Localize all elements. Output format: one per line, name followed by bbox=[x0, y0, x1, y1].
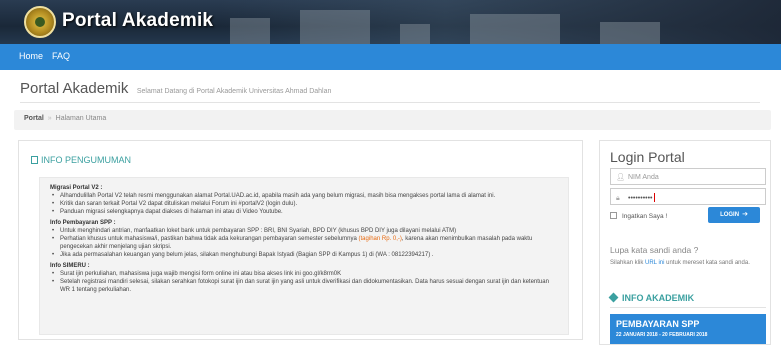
login-title: Login Portal bbox=[610, 149, 685, 165]
reset-url-link[interactable]: URL ini bbox=[645, 260, 664, 266]
page-subtitle: Selamat Datang di Portal Akademik Univer… bbox=[136, 88, 332, 95]
title-divider bbox=[20, 102, 760, 103]
tag-icon bbox=[608, 292, 619, 303]
list-spp: Untuk menghindari antrian, manfaatkan lo… bbox=[52, 227, 558, 259]
spp-card-title: PEMBAYARAN SPP bbox=[616, 319, 700, 329]
page-title-row: Portal Akademik Selamat Datang di Portal… bbox=[20, 80, 331, 98]
section-title-simeru: Info SIMERU : bbox=[50, 263, 90, 269]
remember-label: Ingatkan Saya ! bbox=[622, 213, 668, 220]
flag-icon bbox=[31, 156, 38, 164]
arrow-circle-icon: ➔ bbox=[742, 211, 748, 218]
password-value: •••••••••• bbox=[628, 195, 653, 202]
breadcrumb-root[interactable]: Portal bbox=[24, 115, 44, 122]
user-icon: 👤︎ bbox=[616, 174, 625, 181]
announcement-heading: INFO PENGUMUMAN bbox=[31, 155, 131, 165]
breadcrumb: Portal » Halaman Utama bbox=[14, 110, 771, 130]
list-item: Untuk menghindari antrian, manfaatkan lo… bbox=[52, 227, 558, 235]
spp-card[interactable]: PEMBAYARAN SPP 22 JANUARI 2018 - 20 FEBR… bbox=[610, 314, 766, 344]
announcement-heading-text: INFO PENGUMUMAN bbox=[41, 155, 131, 165]
forgot-password-title: Lupa kata sandi anda ? bbox=[610, 245, 699, 255]
forgot-desc-post: untuk mereset kata sandi anda. bbox=[664, 260, 750, 266]
info-akademik-text: INFO AKADEMIK bbox=[622, 293, 695, 303]
nav-item-home[interactable]: Home bbox=[19, 51, 43, 61]
list-item: Jika ada permasalahan keuangan yang belu… bbox=[52, 251, 558, 259]
remember-checkbox[interactable] bbox=[610, 212, 617, 219]
university-logo-icon[interactable] bbox=[24, 6, 56, 38]
list-item[interactable]: Panduan migrasi selengkapnya dapat diaks… bbox=[52, 208, 558, 216]
text-caret bbox=[653, 193, 655, 202]
info-akademik-divider bbox=[610, 307, 766, 308]
login-button[interactable]: LOGIN ➔ bbox=[708, 207, 760, 223]
building-shape bbox=[230, 18, 270, 44]
header-banner: Portal Akademik bbox=[0, 0, 781, 44]
building-shape bbox=[400, 24, 430, 44]
brand-title[interactable]: Portal Akademik bbox=[62, 10, 213, 32]
building-shape bbox=[300, 10, 370, 44]
login-panel: Login Portal 👤︎ NIM Anda 🔒︎ •••••••••• Ing… bbox=[599, 140, 771, 345]
forgot-desc-pre: Silahkan klik bbox=[610, 260, 646, 266]
login-button-label: LOGIN bbox=[720, 212, 740, 218]
forgot-password-desc: Silahkan klik URL ini untuk mereset kata… bbox=[610, 260, 766, 267]
nim-input[interactable]: 👤︎ NIM Anda bbox=[610, 168, 766, 185]
spp-warning-text: Perhatian khusus untuk mahasiswa/i, past… bbox=[60, 236, 357, 242]
list-item: Setelah registrasi mandiri selesai, sila… bbox=[52, 278, 558, 294]
spp-highlight: (tagihan Rp. 0,-) bbox=[358, 236, 402, 242]
section-title-migrasi: Migrasi Portal V2 : bbox=[50, 185, 103, 191]
building-shape bbox=[600, 22, 660, 44]
spp-card-date: 22 JANUARI 2018 - 20 FEBRUARI 2018 bbox=[616, 332, 708, 338]
nav-item-faq[interactable]: FAQ bbox=[52, 51, 70, 61]
breadcrumb-current: Halaman Utama bbox=[55, 115, 107, 122]
info-akademik-heading: INFO AKADEMIK bbox=[608, 292, 695, 303]
breadcrumb-separator: » bbox=[47, 115, 52, 122]
list-item[interactable]: Kritik dan saran terkait Portal V2 dapat… bbox=[52, 200, 558, 208]
list-item: Perhatian khusus untuk mahasiswa/i, past… bbox=[52, 235, 558, 251]
list-item[interactable]: Surat ijin perkuliahan, mahasiswa juga w… bbox=[52, 270, 558, 278]
building-shape bbox=[470, 14, 560, 44]
announcement-box: Migrasi Portal V2 : Alhamdulillah Portal… bbox=[39, 177, 569, 335]
lock-icon: 🔒︎ bbox=[616, 195, 620, 202]
top-navbar: Home FAQ bbox=[0, 44, 781, 70]
password-input[interactable]: 🔒︎ •••••••••• bbox=[610, 188, 766, 205]
remember-me[interactable]: Ingatkan Saya ! bbox=[610, 212, 667, 220]
nim-placeholder: NIM Anda bbox=[628, 174, 659, 181]
page-title: Portal Akademik bbox=[20, 80, 129, 97]
list-migrasi: Alhamdulillah Portal V2 telah resmi meng… bbox=[52, 192, 558, 216]
list-item[interactable]: Alhamdulillah Portal V2 telah resmi meng… bbox=[52, 192, 558, 200]
announcement-panel: INFO PENGUMUMAN Migrasi Portal V2 : Alha… bbox=[18, 140, 583, 340]
section-title-spp: Info Pembayaran SPP : bbox=[50, 220, 116, 226]
list-simeru: Surat ijin perkuliahan, mahasiswa juga w… bbox=[52, 270, 558, 294]
